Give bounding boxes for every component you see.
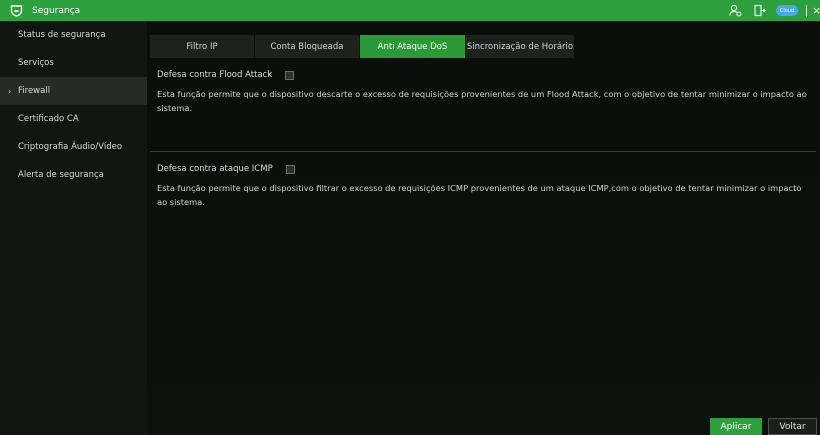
apply-button[interactable]: Aplicar <box>710 418 762 435</box>
tab-label: Anti Ataque DoS <box>377 41 448 52</box>
sidebar-item-label: Status de segurança <box>18 30 106 40</box>
icmp-defense-row: Defesa contra ataque ICMP <box>157 164 295 174</box>
sidebar-item-firewall[interactable]: › Firewall <box>0 77 147 105</box>
exit-icon[interactable] <box>752 4 766 18</box>
user-icon[interactable] <box>728 4 742 18</box>
icmp-defense-checkbox[interactable] <box>285 164 295 174</box>
sidebar: Status de segurança Serviços › Firewall … <box>0 21 147 435</box>
tab-bar: Filtro IP Conta Bloqueada Anti Ataque Do… <box>150 35 575 58</box>
tab-filtro-ip[interactable]: Filtro IP <box>150 35 255 58</box>
cloud-icon[interactable]: Cloud <box>776 5 798 16</box>
tab-conta-bloqueada[interactable]: Conta Bloqueada <box>255 35 360 58</box>
close-icon[interactable]: × <box>812 4 820 17</box>
sidebar-item-alerta-seguranca[interactable]: Alerta de segurança <box>0 161 147 189</box>
title-bar-divider <box>806 4 807 17</box>
tab-sincronizacao-horario[interactable]: Sincronização de Horário <box>466 35 575 58</box>
section-divider <box>150 151 816 152</box>
main-panel: Filtro IP Conta Bloqueada Anti Ataque Do… <box>147 21 820 435</box>
tab-label: Sincronização de Horário <box>466 41 574 52</box>
icmp-defense-label: Defesa contra ataque ICMP <box>157 164 273 174</box>
sidebar-item-label: Firewall <box>18 86 51 96</box>
back-button[interactable]: Voltar <box>768 418 817 435</box>
window-title: Segurança <box>32 5 81 16</box>
flood-defense-checkbox[interactable] <box>285 70 295 80</box>
title-bar-actions: Cloud × <box>728 0 820 21</box>
tab-label: Filtro IP <box>186 41 218 52</box>
sidebar-item-label: Serviços <box>18 58 54 68</box>
sidebar-item-status-seguranca[interactable]: Status de segurança <box>0 21 147 49</box>
tab-anti-ataque-dos[interactable]: Anti Ataque DoS <box>360 35 466 58</box>
sidebar-item-criptografia[interactable]: Criptografia Áudio/Vídeo <box>0 133 147 161</box>
title-bar: Segurança Cloud × <box>0 0 820 21</box>
shield-icon <box>9 4 23 18</box>
cloud-label: Cloud <box>779 7 795 14</box>
icmp-defense-description: Esta função permite que o dispositivo fi… <box>157 183 802 207</box>
flood-defense-label: Defesa contra Flood Attack <box>157 70 273 80</box>
flood-defense-row: Defesa contra Flood Attack <box>157 70 295 80</box>
sidebar-item-label: Criptografia Áudio/Vídeo <box>18 142 123 152</box>
flood-defense-description: Esta função permite que o dispositivo de… <box>157 89 807 113</box>
sidebar-item-servicos[interactable]: Serviços <box>0 49 147 77</box>
sidebar-item-label: Alerta de segurança <box>18 170 104 180</box>
chevron-right-icon: › <box>8 86 12 96</box>
sidebar-item-label: Certificado CA <box>18 114 79 124</box>
sidebar-item-certificado-ca[interactable]: Certificado CA <box>0 105 147 133</box>
tab-label: Conta Bloqueada <box>270 41 344 52</box>
